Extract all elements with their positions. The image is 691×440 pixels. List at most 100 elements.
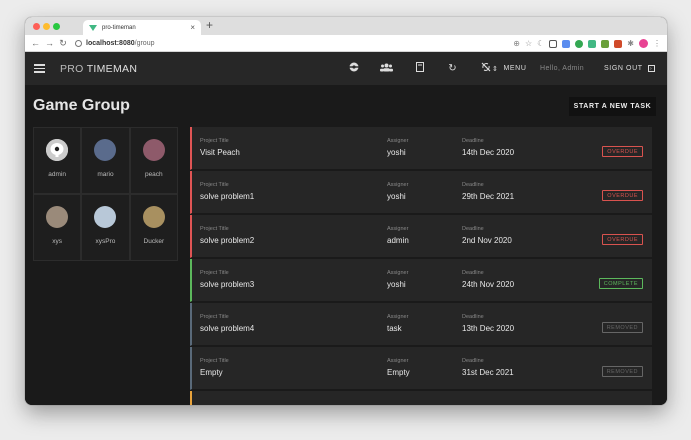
project-title-label: Project Title (200, 270, 229, 276)
greeting-text: Hello, Admin (540, 65, 585, 72)
tab-title: pro-timeman (102, 24, 136, 31)
assigner-value: yoshi (387, 148, 406, 157)
assigner-value: admin (387, 236, 409, 245)
project-title-value: Visit Peach (200, 148, 240, 157)
project-title-label: Project Title (200, 182, 229, 188)
assigner-label: Assigner (387, 270, 409, 276)
assigner-label: Assigner (387, 314, 409, 320)
maximize-window-button[interactable] (53, 23, 60, 30)
refresh-icon[interactable]: ↻ (436, 63, 469, 74)
task-row[interactable] (190, 391, 652, 405)
member-name: xysPro (95, 238, 116, 245)
member-card[interactable]: mario (81, 127, 130, 194)
member-card[interactable]: Ducker (129, 194, 178, 261)
task-row[interactable]: Project Title Empty Assigner Empty Deadline 3… (190, 347, 652, 390)
new-tab-button[interactable]: + (206, 18, 213, 32)
unfold-icon: ⇕ (492, 65, 499, 73)
member-avatar (94, 139, 117, 161)
sign-out-label: SIGN OUT (604, 65, 643, 72)
task-row[interactable]: Project Title solve problem3 Assigner yoshi… (190, 259, 652, 302)
pokeball-icon[interactable] (337, 62, 370, 75)
assigner-label: Assigner (387, 358, 409, 364)
app-toolbar: ↻ (337, 52, 502, 85)
site-info-icon[interactable] (75, 39, 82, 47)
project-title-label: Project Title (200, 226, 229, 232)
start-new-task-button[interactable]: START A NEW TASK (569, 97, 656, 116)
close-tab-icon[interactable]: × (190, 23, 195, 32)
reader-icon[interactable] (549, 39, 558, 48)
deadline-value: 31st Dec 2021 (462, 368, 514, 377)
brand-prefix: PRO (60, 62, 84, 75)
browser-tab[interactable]: pro-timeman × (83, 20, 201, 35)
address-bar: ← → ↻ localhost:8080 /group ⊕ ☆ ☾ ✱ ⋮ (25, 35, 667, 52)
reload-icon[interactable]: ↻ (59, 38, 67, 49)
browser-window: pro-timeman × + ← → ↻ localhost:8080 /gr… (25, 17, 667, 405)
member-avatar (46, 206, 69, 228)
extension-green-icon[interactable] (575, 39, 584, 48)
brand-name: TIMEMAN (86, 62, 138, 75)
sign-out-button[interactable]: SIGN OUT › (604, 52, 655, 85)
deadline-label: Deadline (462, 270, 484, 276)
deadline-label: Deadline (462, 138, 484, 144)
deadline-label: Deadline (462, 314, 484, 320)
back-icon[interactable]: ← (31, 38, 40, 48)
member-card[interactable]: xysPro (81, 194, 130, 261)
project-title-value: solve problem2 (200, 236, 255, 245)
close-window-button[interactable] (33, 23, 40, 30)
zoom-icon[interactable]: ⊕ (513, 39, 520, 48)
member-card[interactable]: admin (33, 127, 82, 194)
bookmark-star-icon[interactable]: ☆ (525, 39, 532, 48)
project-title-label: Project Title (200, 358, 229, 364)
deadline-value: 13th Dec 2020 (462, 324, 515, 333)
deadline-label: Deadline (462, 182, 484, 188)
assigner-label: Assigner (387, 226, 409, 232)
task-row[interactable]: Project Title solve problem2 Assigner admin… (190, 215, 652, 258)
app-brand[interactable]: PRO TIMEMAN (60, 63, 137, 75)
project-title-value: solve problem1 (200, 192, 255, 201)
forward-icon[interactable]: → (45, 38, 54, 48)
member-name: Ducker (143, 238, 165, 245)
exit-icon: › (647, 65, 655, 72)
url-field[interactable]: localhost:8080 /group (75, 39, 155, 47)
assigner-label: Assigner (387, 182, 409, 188)
assigner-label: Assigner (387, 138, 409, 144)
member-avatar (142, 206, 165, 228)
group-icon[interactable] (370, 63, 403, 75)
more-options-icon[interactable]: ⋮ (653, 39, 661, 48)
dark-mode-icon[interactable]: ☾ (537, 39, 544, 48)
menu-label: MENU (503, 65, 527, 72)
task-list: Project Title Visit Peach Assigner yoshi Dea… (190, 127, 652, 405)
minimize-window-button[interactable] (43, 23, 50, 30)
member-avatar (94, 206, 117, 228)
status-badge: REMOVED (601, 366, 643, 377)
task-row[interactable]: Project Title solve problem4 Assigner task D… (190, 303, 652, 346)
shield-icon[interactable] (601, 39, 610, 48)
bookmark-icon[interactable] (403, 62, 436, 75)
extensions-area: ⊕ ☆ ☾ ✱ ⋮ (513, 39, 661, 48)
deadline-value: 24th Nov 2020 (462, 280, 515, 289)
deadline-value: 2nd Nov 2020 (462, 236, 512, 245)
project-title-value: Empty (200, 368, 223, 377)
puzzle-icon[interactable]: ✱ (627, 39, 634, 48)
vue-devtools-icon[interactable] (588, 39, 597, 48)
deadline-label: Deadline (462, 358, 484, 364)
member-card[interactable]: xys (33, 194, 82, 261)
member-name: admin (48, 171, 67, 178)
hamburger-menu-icon[interactable] (34, 64, 45, 73)
status-badge: COMPLETE (598, 278, 643, 289)
task-row[interactable]: Project Title Visit Peach Assigner yoshi Dea… (190, 127, 652, 170)
status-badge: OVERDUE (602, 146, 643, 157)
status-badge: REMOVED (601, 322, 643, 333)
main-content: Game Group START A NEW TASK admin mario pe… (25, 85, 667, 405)
member-name: mario (97, 171, 114, 178)
member-name: peach (144, 171, 163, 178)
vue-logo-icon (89, 24, 97, 31)
extension-red-icon[interactable] (614, 39, 623, 48)
member-card[interactable]: peach (129, 127, 178, 194)
menu-button[interactable]: ⇕ MENU (492, 52, 526, 85)
task-row[interactable]: Project Title solve problem1 Assigner yoshi… (190, 171, 652, 214)
profile-avatar[interactable] (639, 39, 648, 48)
project-title-label: Project Title (200, 138, 229, 144)
status-badge: OVERDUE (602, 234, 643, 245)
extension-blue-icon[interactable] (562, 39, 571, 48)
